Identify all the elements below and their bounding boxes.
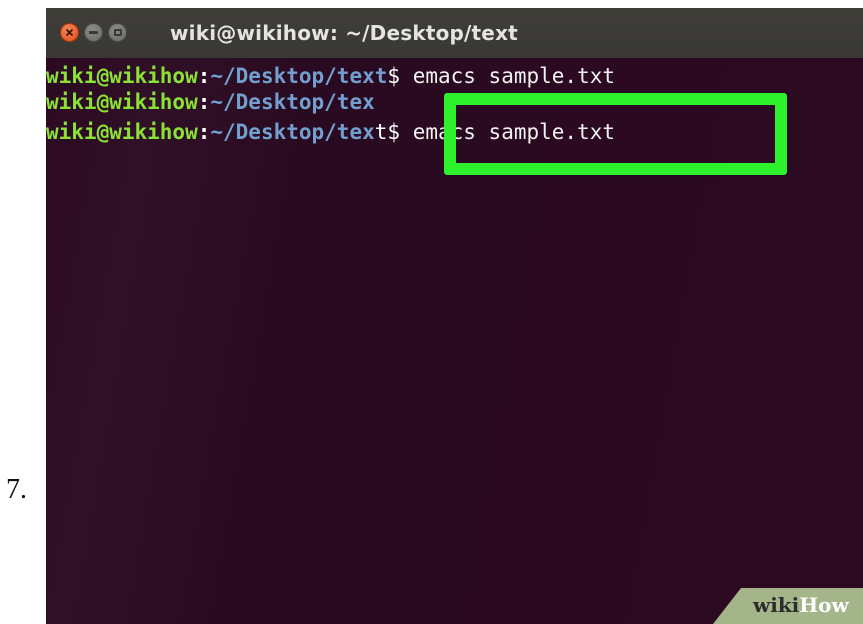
prompt-user: wiki@wikihow xyxy=(46,64,198,88)
terminal-line: wiki@wikihow:~/Desktop/tex xyxy=(46,88,375,117)
step-number: 7. xyxy=(6,474,27,505)
close-button[interactable] xyxy=(60,23,79,42)
highlight-box xyxy=(444,93,787,175)
prompt-path: ~/Desktop/text xyxy=(210,64,388,88)
prompt-path: ~/Desktop/tex xyxy=(210,120,375,144)
title-bar[interactable]: wiki@wikihow: ~/Desktop/text xyxy=(46,8,863,58)
prompt-path: ~/Desktop/tex xyxy=(210,90,375,114)
prompt-symbol: t$ xyxy=(374,120,401,144)
prompt-symbol: $ xyxy=(387,64,401,88)
prompt-colon: : xyxy=(197,90,211,114)
window-title: wiki@wikihow: ~/Desktop/text xyxy=(170,21,518,45)
prompt-colon: : xyxy=(197,120,211,144)
terminal-line: wiki@wikihow:~/Desktop/text$ emacs sampl… xyxy=(46,62,615,91)
close-icon xyxy=(65,28,74,37)
minimize-button[interactable] xyxy=(84,23,103,42)
terminal-window[interactable]: wiki@wikihow: ~/Desktop/text wiki@wikiho… xyxy=(46,8,863,624)
maximize-button[interactable] xyxy=(108,23,127,42)
prompt-user: wiki@wikihow xyxy=(46,90,198,114)
prompt-user: wiki@wikihow xyxy=(46,120,198,144)
watermark-how: How xyxy=(799,593,849,617)
watermark-wiki: wiki xyxy=(753,593,800,617)
command-text: emacs sample.txt xyxy=(400,64,615,88)
prompt-colon: : xyxy=(197,64,211,88)
